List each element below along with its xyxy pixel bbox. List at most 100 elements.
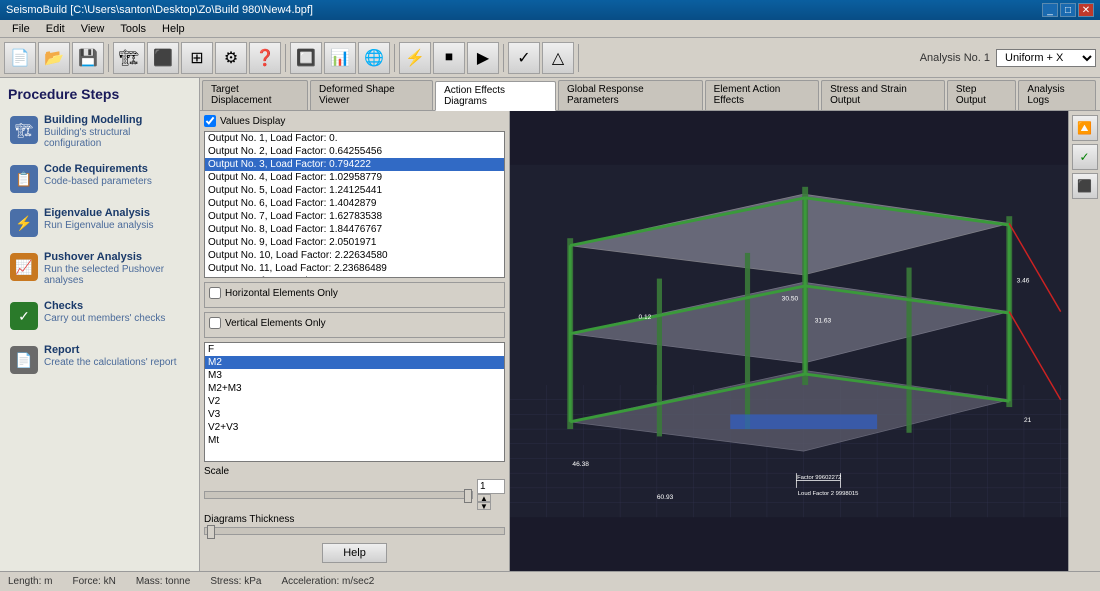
selection-item[interactable]: M3 <box>205 369 504 382</box>
view3d-button[interactable]: 🔲 <box>290 42 322 74</box>
svg-text:Factor 99602272: Factor 99602272 <box>797 475 841 481</box>
thickness-track[interactable] <box>204 527 505 535</box>
building-button[interactable]: 🏗 <box>113 42 145 74</box>
globe-button[interactable]: 🌐 <box>358 42 390 74</box>
menu-edit[interactable]: Edit <box>38 20 73 37</box>
sidebar-item-report[interactable]: 📄 Report Create the calculations' report <box>8 342 191 376</box>
scale-thumb[interactable] <box>464 489 472 503</box>
status-acceleration: Acceleration: m/sec2 <box>281 576 374 587</box>
selection-item[interactable]: M2 <box>205 356 504 369</box>
scale-down-button[interactable]: ▼ <box>477 502 491 510</box>
tab-target-displacement[interactable]: Target Displacement <box>202 80 308 110</box>
values-display-label: Values Display <box>220 116 285 127</box>
selection-item[interactable]: Mt <box>205 434 504 447</box>
selection-item[interactable]: F <box>205 343 504 356</box>
menu-help[interactable]: Help <box>154 20 193 37</box>
check-button[interactable]: ✓ <box>508 42 540 74</box>
view2d-button[interactable]: 📊 <box>324 42 356 74</box>
output-item[interactable]: Output No. 8, Load Factor: 1.84476767 <box>205 223 504 236</box>
menu-view[interactable]: View <box>73 20 113 37</box>
building-modelling-title: Building Modelling <box>44 114 189 126</box>
selection-list[interactable]: FM2M3M2+M3V2V3V2+V3Mt <box>204 342 505 462</box>
output-list[interactable]: Output No. 1, Load Factor: 0.Output No. … <box>204 131 505 278</box>
frame-button[interactable]: ⬛ <box>147 42 179 74</box>
status-force-label: Force: kN <box>72 576 115 587</box>
horizontal-elements-checkbox[interactable] <box>209 287 221 299</box>
rt-arrow-button[interactable]: 🔼 <box>1072 115 1098 141</box>
tab-deformed-shape[interactable]: Deformed Shape Viewer <box>310 80 433 110</box>
output-item[interactable]: Output No. 7, Load Factor: 1.62783538 <box>205 210 504 223</box>
output-item[interactable]: Output No. 5, Load Factor: 1.24125441 <box>205 184 504 197</box>
tab-element-action[interactable]: Element Action Effects <box>705 80 819 110</box>
output-item[interactable]: Output No. 3, Load Factor: 0.794222 <box>205 158 504 171</box>
output-item[interactable]: Output No. 9, Load Factor: 2.0501971 <box>205 236 504 249</box>
output-item[interactable]: Output No. 1, Load Factor: 0. <box>205 132 504 145</box>
tab-analysis-logs[interactable]: Analysis Logs <box>1018 80 1096 110</box>
sidebar-item-eigenvalue[interactable]: ⚡ Eigenvalue Analysis Run Eigenvalue ana… <box>8 205 191 239</box>
rt-check-button[interactable]: ✓ <box>1072 144 1098 170</box>
scale-value[interactable] <box>477 479 505 494</box>
right-panel: Target Displacement Deformed Shape Viewe… <box>200 78 1100 571</box>
output-item[interactable]: Output No. 6, Load Factor: 1.4042879 <box>205 197 504 210</box>
run-button[interactable]: ⚡ <box>399 42 431 74</box>
right-toolbar: 🔼 ✓ ⬛ <box>1068 111 1100 571</box>
new-button[interactable]: 📄 <box>4 42 36 74</box>
horizontal-elements-label: Horizontal Elements Only <box>225 288 338 299</box>
save-button[interactable]: 💾 <box>72 42 104 74</box>
output-item[interactable]: Output No. 4, Load Factor: 1.02958779 <box>205 171 504 184</box>
tabs-bar: Target Displacement Deformed Shape Viewe… <box>200 78 1100 111</box>
left-panel: Values Display Output No. 1, Load Factor… <box>200 111 510 571</box>
help-toolbar-button[interactable]: ❓ <box>249 42 281 74</box>
eigenvalue-title: Eigenvalue Analysis <box>44 207 154 219</box>
output-item[interactable]: Output LS of DL, Load Factor: 2.40717190 <box>205 275 504 278</box>
svg-text:31.63: 31.63 <box>815 318 832 325</box>
output-item[interactable]: Output No. 11, Load Factor: 2.23686489 <box>205 262 504 275</box>
scale-track[interactable] <box>204 491 473 499</box>
status-length: Length: m <box>8 576 52 587</box>
output-item[interactable]: Output No. 2, Load Factor: 0.64255456 <box>205 145 504 158</box>
menu-tools[interactable]: Tools <box>112 20 154 37</box>
selection-item[interactable]: M2+M3 <box>205 382 504 395</box>
svg-text:30.50: 30.50 <box>782 296 799 303</box>
svg-text:3.46: 3.46 <box>1017 277 1030 284</box>
tab-step-output[interactable]: Step Output <box>947 80 1017 110</box>
sidebar-item-building-modelling[interactable]: 🏗 Building Modelling Building's structur… <box>8 112 191 151</box>
report-title: Report <box>44 344 177 356</box>
help-button[interactable]: Help <box>322 543 387 563</box>
thickness-thumb[interactable] <box>207 525 215 539</box>
minimize-button[interactable]: _ <box>1042 3 1058 17</box>
selection-item[interactable]: V3 <box>205 408 504 421</box>
tab-global-response[interactable]: Global Response Parameters <box>558 80 703 110</box>
close-button[interactable]: ✕ <box>1078 3 1094 17</box>
selection-item[interactable]: V2+V3 <box>205 421 504 434</box>
tab-stress-strain[interactable]: Stress and Strain Output <box>821 80 945 110</box>
report-sub: Create the calculations' report <box>44 357 177 368</box>
menu-file[interactable]: File <box>4 20 38 37</box>
open-button[interactable]: 📂 <box>38 42 70 74</box>
vertical-elements-label: Vertical Elements Only <box>225 318 326 329</box>
rt-box-button[interactable]: ⬛ <box>1072 173 1098 199</box>
toolbar-sep-4 <box>503 44 504 72</box>
selection-item[interactable]: V2 <box>205 395 504 408</box>
sidebar-item-code-requirements[interactable]: 📋 Code Requirements Code-based parameter… <box>8 161 191 195</box>
stop-button[interactable]: ⏹ <box>433 42 465 74</box>
titlebar-controls: _ □ ✕ <box>1042 3 1094 17</box>
values-display-checkbox[interactable] <box>204 115 216 127</box>
shape-button[interactable]: △ <box>542 42 574 74</box>
sidebar-item-checks[interactable]: ✓ Checks Carry out members' checks <box>8 298 191 332</box>
status-length-label: Length: m <box>8 576 52 587</box>
tab-action-effects[interactable]: Action Effects Diagrams <box>435 81 556 111</box>
maximize-button[interactable]: □ <box>1060 3 1076 17</box>
vertical-elements-checkbox[interactable] <box>209 317 221 329</box>
svg-text:Loud Factor 2 9998015: Loud Factor 2 9998015 <box>798 491 859 497</box>
analysis-select[interactable]: Uniform + X <box>996 49 1096 67</box>
output-item[interactable]: Output No. 10, Load Factor: 2.22634580 <box>205 249 504 262</box>
viewport[interactable]: 31.63 30.50 46.38 60.93 21 3.46 0.12 Fac… <box>510 111 1068 571</box>
toolbar-sep-3 <box>394 44 395 72</box>
settings-button[interactable]: ⚙ <box>215 42 247 74</box>
analysis-label: Analysis No. 1 <box>920 52 990 64</box>
svg-text:21: 21 <box>1024 417 1032 424</box>
analyze-button[interactable]: ▶ <box>467 42 499 74</box>
sidebar-item-pushover[interactable]: 📈 Pushover Analysis Run the selected Pus… <box>8 249 191 288</box>
grid-button[interactable]: ⊞ <box>181 42 213 74</box>
